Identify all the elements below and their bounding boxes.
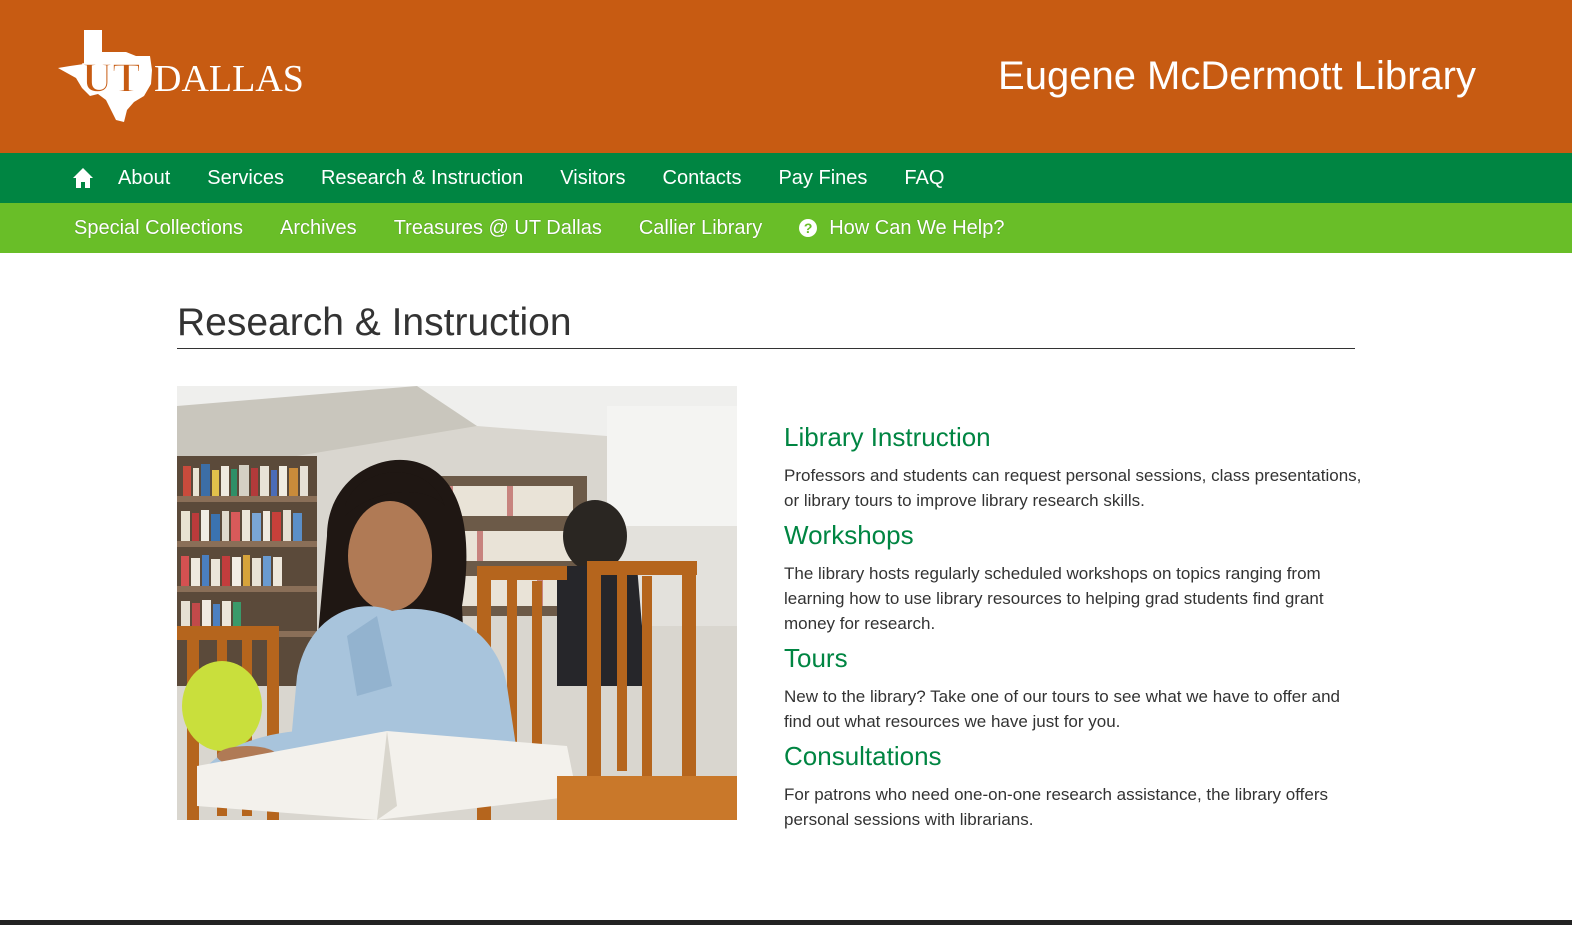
footer-divider [0,920,1572,925]
page-title: Research & Instruction [177,300,1355,349]
nav-about[interactable]: About [118,153,170,203]
nav-pay-fines[interactable]: Pay Fines [778,153,867,203]
text-workshops: The library hosts regularly scheduled wo… [784,564,1324,633]
heading-tours[interactable]: Tours [784,639,1364,677]
primary-nav: About Services Research & Instruction Vi… [0,153,1572,203]
nav-services[interactable]: Services [207,153,284,203]
nav-visitors[interactable]: Visitors [560,153,625,203]
text-tours: New to the library? Take one of our tour… [784,687,1340,731]
logo-dallas-text: DALLAS [154,58,304,100]
nav-home[interactable] [72,167,94,189]
logo-ut-text: UT [82,56,140,102]
nav-how-can-we-help-label: How Can We Help? [829,217,1005,239]
nav-special-collections[interactable]: Special Collections [74,203,243,253]
nav-contacts[interactable]: Contacts [663,153,742,203]
text-consultations: For patrons who need one-on-one research… [784,785,1328,829]
ut-dallas-logo[interactable]: UT DALLAS [54,26,314,126]
heading-library-instruction[interactable]: Library Instruction [784,418,1364,456]
nav-callier-library[interactable]: Callier Library [639,203,762,253]
question-circle-icon: ? [799,219,818,237]
student-reading-photo [177,386,737,820]
research-sections: Library Instruction Professors and stude… [784,418,1364,835]
secondary-nav: Special Collections Archives Treasures @… [0,203,1572,253]
nav-faq[interactable]: FAQ [904,153,944,203]
nav-research-instruction[interactable]: Research & Instruction [321,153,523,203]
nav-how-can-we-help[interactable]: ? How Can We Help? [799,203,1004,253]
nav-archives[interactable]: Archives [280,203,357,253]
heading-workshops[interactable]: Workshops [784,516,1364,554]
library-title[interactable]: Eugene McDermott Library [998,52,1476,100]
text-library-instruction: Professors and students can request pers… [784,466,1362,510]
home-icon [73,168,93,188]
nav-treasures[interactable]: Treasures @ UT Dallas [394,203,602,253]
site-header: UT DALLAS Eugene McDermott Library [0,0,1572,153]
heading-consultations[interactable]: Consultations [784,737,1364,775]
